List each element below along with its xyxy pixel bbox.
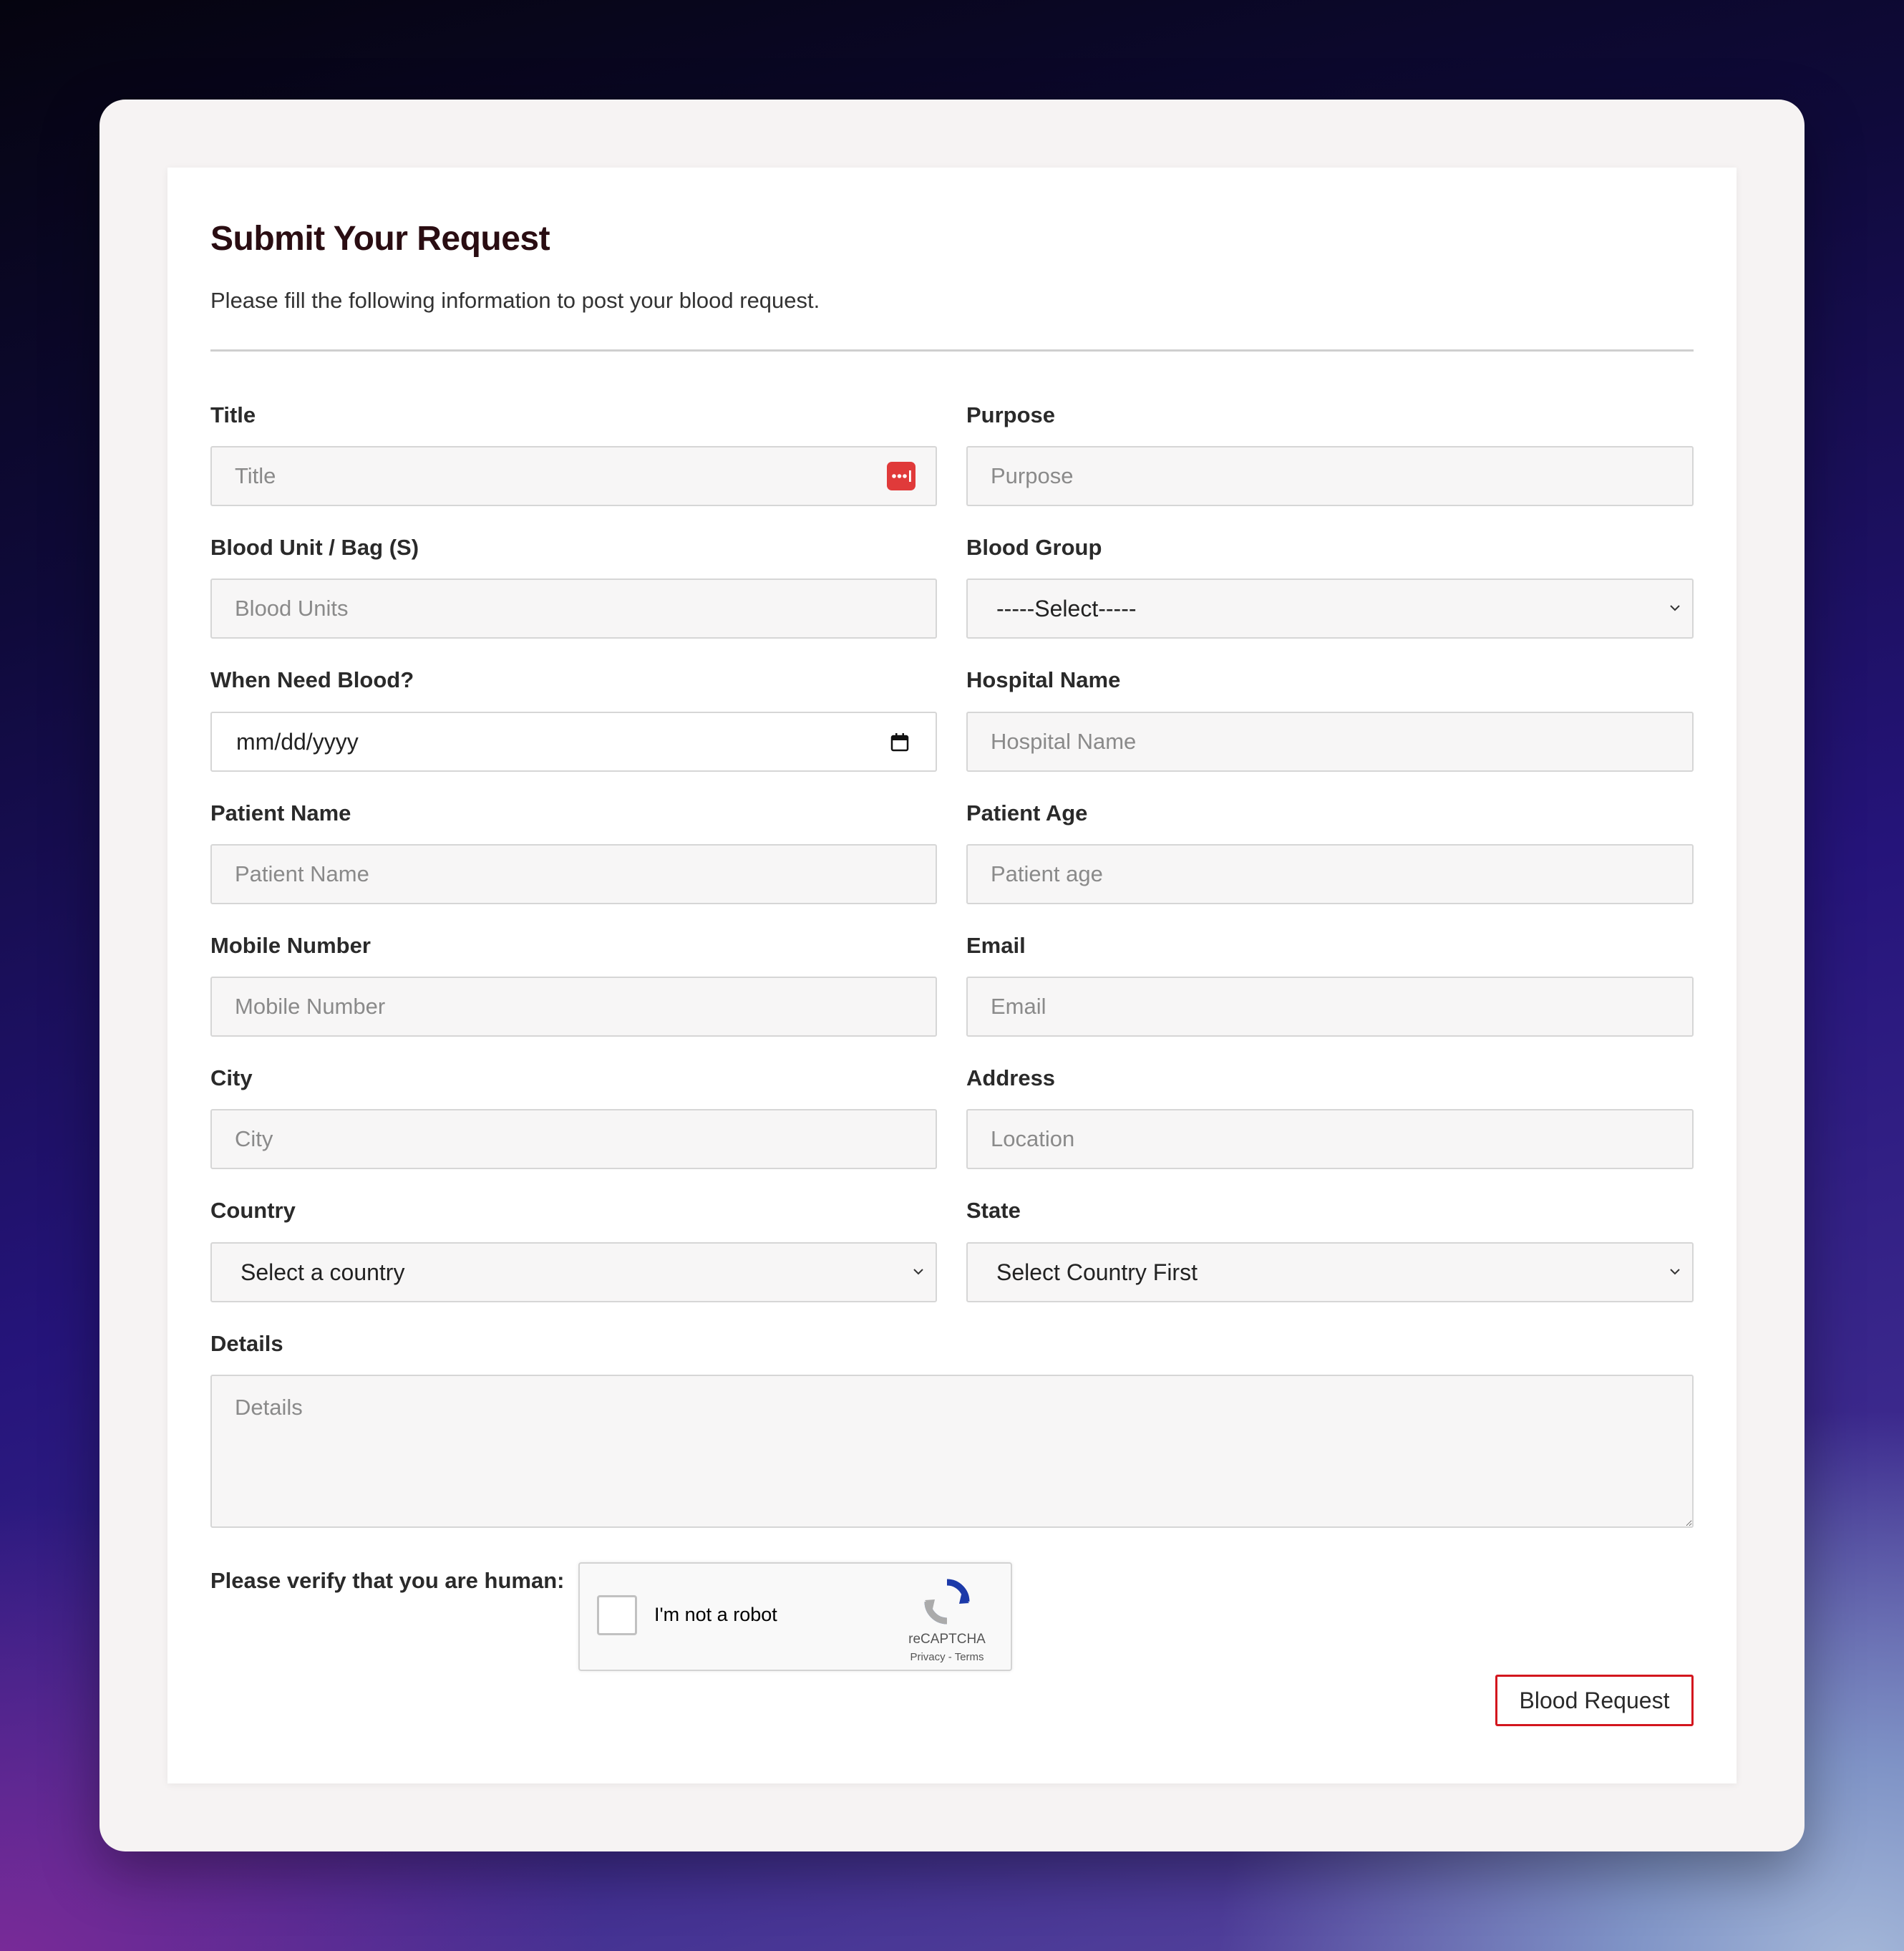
purpose-label: Purpose	[966, 402, 1056, 427]
recaptcha-brand: reCAPTCHA	[908, 1632, 986, 1647]
blood-unit-label: Blood Unit / Bag (S)	[210, 535, 419, 560]
state-select[interactable]: Select Country First	[966, 1242, 1694, 1302]
recaptcha-logo-icon	[924, 1579, 970, 1625]
need-date-input[interactable]: mm/dd/yyyy	[210, 712, 937, 772]
recaptcha-checkbox-label: I'm not a robot	[654, 1604, 777, 1625]
privacy-link[interactable]: Privacy	[910, 1651, 945, 1663]
hospital-name-label: Hospital Name	[966, 667, 1121, 692]
date-value: mm/dd/yyyy	[236, 728, 359, 755]
recaptcha-links: Privacy - Terms	[888, 1651, 1006, 1663]
outer-card: Submit Your Request Please fill the foll…	[99, 100, 1805, 1851]
patient-age-input[interactable]	[966, 844, 1694, 904]
blood-group-label: Blood Group	[966, 535, 1102, 560]
chevron-down-icon	[1670, 1269, 1680, 1275]
patient-name-label: Patient Name	[210, 800, 351, 826]
country-label: Country	[210, 1198, 296, 1223]
chevron-down-icon	[913, 1269, 923, 1275]
when-need-label: When Need Blood?	[210, 667, 414, 692]
details-textarea[interactable]	[210, 1375, 1694, 1528]
blood-group-select[interactable]: -----Select-----	[966, 578, 1694, 639]
email-label: Email	[966, 933, 1026, 958]
country-value: Select a country	[241, 1259, 405, 1285]
verify-label: Please verify that you are human:	[210, 1568, 565, 1593]
address-label: Address	[966, 1065, 1056, 1090]
page-subtitle: Please fill the following information to…	[210, 288, 820, 313]
email-input[interactable]	[966, 977, 1694, 1037]
blood-units-input[interactable]	[210, 578, 937, 639]
patient-age-label: Patient Age	[966, 800, 1088, 826]
chevron-down-icon	[1670, 605, 1680, 611]
purpose-input[interactable]	[966, 446, 1694, 506]
patient-name-input[interactable]	[210, 844, 937, 904]
state-value: Select Country First	[996, 1259, 1198, 1285]
hospital-name-input[interactable]	[966, 712, 1694, 772]
mobile-number-input[interactable]	[210, 977, 937, 1037]
blood-group-value: -----Select-----	[996, 595, 1137, 621]
blood-request-button[interactable]: Blood Request	[1495, 1675, 1694, 1726]
country-select[interactable]: Select a country	[210, 1242, 937, 1302]
title-label: Title	[210, 402, 256, 427]
city-label: City	[210, 1065, 253, 1090]
password-manager-icon[interactable]	[887, 462, 915, 490]
recaptcha-checkbox[interactable]	[597, 1595, 637, 1635]
calendar-icon[interactable]	[890, 732, 910, 752]
mobile-number-label: Mobile Number	[210, 933, 371, 958]
title-input[interactable]	[210, 446, 937, 506]
request-form: Submit Your Request Please fill the foll…	[167, 168, 1737, 1783]
recaptcha-widget: I'm not a robot reCAPTCHA Privacy - Term…	[578, 1562, 1012, 1671]
divider	[210, 349, 1694, 352]
address-input[interactable]	[966, 1109, 1694, 1169]
state-label: State	[966, 1198, 1021, 1223]
link-separator: -	[945, 1651, 955, 1663]
city-input[interactable]	[210, 1109, 937, 1169]
terms-link[interactable]: Terms	[955, 1651, 984, 1663]
page-title: Submit Your Request	[210, 220, 550, 258]
details-label: Details	[210, 1331, 283, 1356]
